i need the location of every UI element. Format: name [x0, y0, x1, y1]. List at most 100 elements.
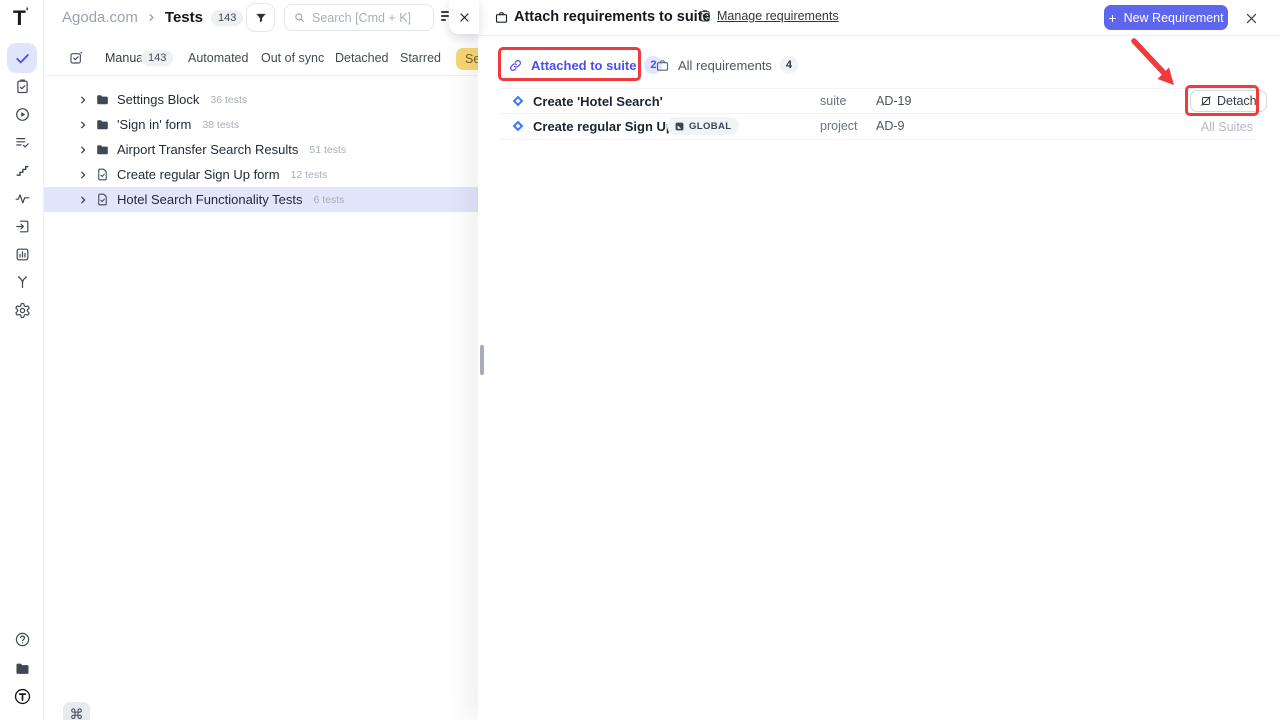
folder-icon — [95, 92, 110, 107]
requirement-scope: suite — [820, 94, 846, 108]
divider — [500, 88, 1256, 89]
rail-item-checklists[interactable] — [13, 133, 31, 151]
filter-tab-starred[interactable]: Starred — [400, 51, 441, 65]
rail-item-tests[interactable] — [7, 43, 37, 73]
logo-tick: ' — [26, 6, 28, 18]
help-circle-icon — [14, 631, 31, 648]
tab-attached-to-suite[interactable]: Attached to suite 2 — [508, 56, 662, 74]
requirement-diamond-icon — [511, 94, 525, 108]
tree-row-airport-transfer[interactable]: Airport Transfer Search Results 51 tests — [44, 137, 478, 162]
tree-label[interactable]: Create regular Sign Up form — [117, 167, 280, 182]
panel-title: Attach requirements to suite — [514, 9, 711, 25]
requirement-title[interactable]: Create 'Hotel Search' — [533, 94, 663, 109]
tree-count: 6 tests — [313, 194, 344, 206]
branch-icon — [14, 274, 31, 291]
unlink-icon — [1200, 95, 1212, 107]
rail-item-steps[interactable] — [13, 161, 31, 179]
all-suites-label: All Suites — [1201, 120, 1253, 134]
app-logo[interactable]: T' — [13, 6, 27, 31]
app-window: T' Agoda.com Tests 143 — [0, 0, 1280, 720]
tree-row-sign-in-form[interactable]: 'Sign in' form 38 tests — [44, 112, 478, 137]
chevron-right-icon[interactable] — [78, 195, 88, 205]
overlay-close-button[interactable] — [449, 0, 479, 34]
steps-icon — [14, 162, 31, 179]
link-icon — [508, 58, 523, 73]
select-tests-button[interactable] — [68, 50, 84, 66]
divider — [44, 75, 478, 76]
breadcrumb-section[interactable]: Tests — [165, 9, 203, 26]
tests-count-badge: 143 — [211, 10, 243, 26]
chevron-right-icon[interactable] — [78, 120, 88, 130]
divider — [500, 113, 1256, 114]
tree-row-create-signup[interactable]: Create regular Sign Up form 12 tests — [44, 162, 478, 187]
rail-item-plans[interactable] — [13, 77, 31, 95]
bar-chart-icon — [14, 246, 31, 263]
rail-item-projects[interactable] — [13, 659, 31, 677]
plus-icon: + — [1108, 10, 1116, 26]
filter-tab-manual[interactable]: Manual — [105, 51, 146, 65]
rail-item-settings[interactable] — [13, 301, 31, 319]
check-icon — [14, 50, 31, 67]
tree-label[interactable]: Settings Block — [117, 92, 199, 107]
briefcase-icon — [655, 58, 670, 73]
tree-label[interactable]: Hotel Search Functionality Tests — [117, 192, 302, 207]
funnel-icon — [254, 11, 268, 25]
tree-label[interactable]: 'Sign in' form — [117, 117, 191, 132]
chevron-right-icon[interactable] — [78, 145, 88, 155]
manage-requirements-link[interactable]: Manage requirements — [698, 9, 839, 23]
divider — [478, 35, 1280, 36]
gear-icon — [14, 302, 31, 319]
tab-all-requirements[interactable]: All requirements 4 — [655, 56, 798, 74]
search-box[interactable] — [284, 4, 434, 31]
rail-item-runs[interactable] — [13, 105, 31, 123]
import-icon — [14, 218, 31, 235]
requirement-id: AD-9 — [876, 119, 904, 133]
tree-row-settings-block[interactable]: Settings Block 36 tests — [44, 87, 478, 112]
requirement-id: AD-19 — [876, 94, 911, 108]
tree-row-hotel-search-selected[interactable]: Hotel Search Functionality Tests 6 tests — [44, 187, 478, 212]
chevron-right-icon[interactable] — [78, 95, 88, 105]
rail-item-branches[interactable] — [13, 273, 31, 291]
severity-chip[interactable]: Sev — [456, 48, 478, 70]
requirement-diamond-icon — [511, 119, 525, 133]
tree-count: 38 tests — [202, 119, 239, 131]
tree-count: 12 tests — [291, 169, 328, 181]
rail-item-account[interactable] — [13, 687, 31, 705]
chevron-right-icon[interactable] — [78, 170, 88, 180]
cmd-shortcut-badge: ⌘ — [63, 702, 90, 720]
testomat-logo-icon — [13, 687, 32, 706]
sort-icon[interactable] — [441, 11, 449, 23]
rail-item-analytics[interactable] — [13, 245, 31, 263]
folder-icon — [95, 142, 110, 157]
new-requirement-button[interactable]: + New Requirement — [1104, 5, 1228, 30]
global-badge: GLOBAL — [667, 117, 739, 135]
icon-rail: T' — [0, 0, 44, 720]
tests-panel: Agoda.com Tests 143 Manual 143 Automated… — [44, 0, 478, 720]
filter-tab-automated[interactable]: Automated — [188, 51, 248, 65]
divider — [500, 139, 1256, 140]
close-icon — [1244, 11, 1259, 26]
all-count-badge: 4 — [780, 56, 798, 74]
search-input[interactable] — [312, 11, 422, 25]
global-scope-icon — [674, 121, 685, 132]
tree-count: 36 tests — [210, 94, 247, 106]
filter-tab-detached[interactable]: Detached — [335, 51, 389, 65]
pulse-icon — [14, 190, 31, 207]
panel-close-button[interactable] — [1242, 9, 1260, 27]
close-icon — [458, 11, 471, 24]
search-icon — [293, 11, 306, 24]
clipboard-check-icon — [14, 78, 31, 95]
list-check-icon — [14, 134, 31, 151]
rail-item-import[interactable] — [13, 217, 31, 235]
rail-item-activity[interactable] — [13, 189, 31, 207]
rail-item-help[interactable] — [13, 630, 31, 648]
folder-icon — [14, 660, 31, 677]
filter-button[interactable] — [246, 3, 275, 32]
attach-requirements-panel: Attach requirements to suite Manage requ… — [478, 0, 1280, 720]
tree-label[interactable]: Airport Transfer Search Results — [117, 142, 298, 157]
breadcrumb-project[interactable]: Agoda.com — [62, 9, 138, 26]
filter-tab-out-of-sync[interactable]: Out of sync — [261, 51, 324, 65]
detach-button[interactable]: Detach — [1190, 90, 1267, 112]
document-check-icon — [95, 192, 110, 207]
scrollbar-thumb[interactable] — [480, 345, 484, 375]
